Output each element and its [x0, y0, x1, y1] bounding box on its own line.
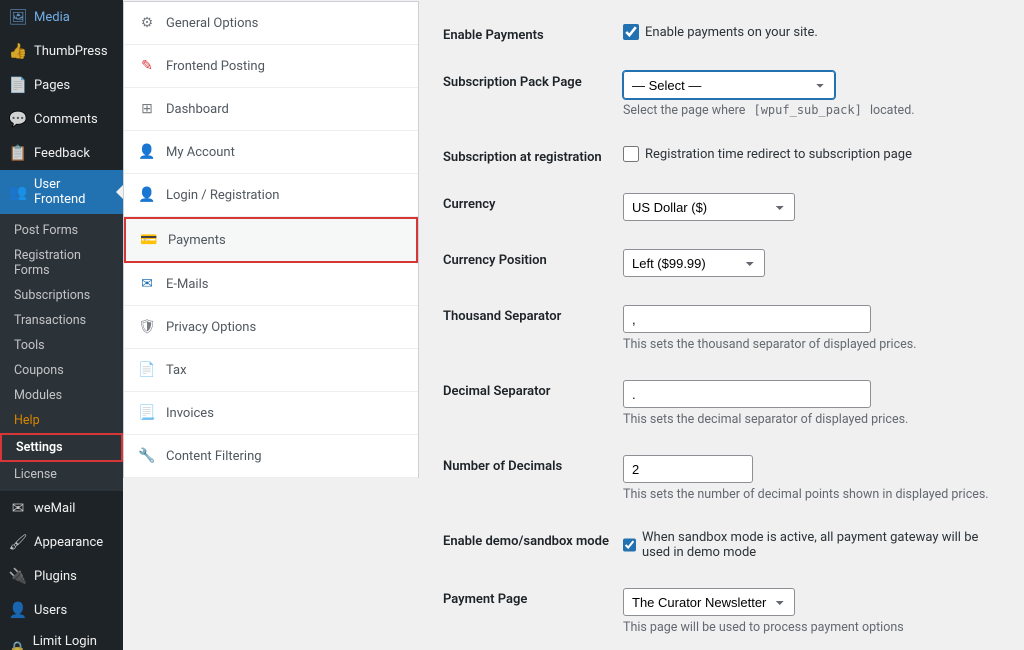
menu-icon: 📄: [8, 75, 28, 95]
label-currency-pos: Currency Position: [443, 249, 623, 268]
shield-icon: 🛡: [138, 318, 156, 336]
submenu-post-forms[interactable]: Post Forms: [0, 218, 123, 243]
desc-num-decimals: This sets the number of decimal points s…: [623, 487, 1000, 502]
label-enable-payments: Enable Payments: [443, 24, 623, 43]
submenu-tools[interactable]: Tools: [0, 333, 123, 358]
user-icon: 👤: [138, 143, 156, 161]
menu-thumbpress[interactable]: 👍ThumbPress: [0, 34, 123, 68]
nav-general-options[interactable]: ⚙General Options: [124, 2, 418, 45]
submenu-help[interactable]: Help: [0, 408, 123, 433]
label-currency: Currency: [443, 193, 623, 212]
label-subscription-reg: Subscription at registration: [443, 146, 623, 165]
dashboard-icon: ⊞: [138, 100, 156, 118]
nav-frontend-posting[interactable]: ✎Frontend Posting: [124, 45, 418, 88]
label-num-decimals: Number of Decimals: [443, 455, 623, 474]
select-currency[interactable]: US Dollar ($): [623, 193, 795, 221]
filter-icon: 🔧: [138, 447, 156, 465]
payment-icon: 💳: [140, 231, 158, 249]
nav-privacy-options[interactable]: 🛡Privacy Options: [124, 306, 418, 349]
input-num-decimals[interactable]: [623, 455, 753, 483]
checkbox-enable-payments-label: Enable payments on your site.: [645, 25, 818, 40]
checkbox-enable-payments[interactable]: [623, 24, 639, 40]
nav-payments[interactable]: 💳Payments: [124, 217, 418, 263]
label-subscription-page: Subscription Pack Page: [443, 71, 623, 90]
menu-icon: 🖌: [8, 532, 28, 552]
user-frontend-submenu: Post FormsRegistration FormsSubscription…: [0, 214, 123, 491]
menu-icon: 🖼: [8, 7, 28, 27]
menu-icon: 👥: [8, 182, 28, 202]
checkbox-subscription-reg[interactable]: [623, 146, 639, 162]
menu-limit-login-attempts[interactable]: 🔒Limit Login Attempts: [0, 627, 123, 650]
submenu-subscriptions[interactable]: Subscriptions: [0, 283, 123, 308]
label-thousand-sep: Thousand Separator: [443, 305, 623, 324]
select-currency-position[interactable]: Left ($99.99): [623, 249, 765, 277]
checkbox-sandbox-label: When sandbox mode is active, all payment…: [642, 530, 1000, 560]
payment-settings-form: Enable Payments Enable payments on your …: [419, 0, 1024, 650]
menu-pages[interactable]: 📄Pages: [0, 68, 123, 102]
nav-dashboard[interactable]: ⊞Dashboard: [124, 88, 418, 131]
desc-thousand-sep: This sets the thousand separator of disp…: [623, 337, 1000, 352]
menu-icon: ✉: [8, 498, 28, 518]
label-payment-page: Payment Page: [443, 588, 623, 607]
menu-feedback[interactable]: 📋Feedback: [0, 136, 123, 170]
submenu-coupons[interactable]: Coupons: [0, 358, 123, 383]
menu-icon: 💬: [8, 109, 28, 129]
nav-content-filtering[interactable]: 🔧Content Filtering: [124, 435, 418, 478]
menu-icon: 🔌: [8, 566, 28, 586]
menu-icon: 🔒: [8, 639, 27, 650]
label-decimal-sep: Decimal Separator: [443, 380, 623, 399]
invoice-icon: 📃: [138, 404, 156, 422]
nav-tax[interactable]: 📄Tax: [124, 349, 418, 392]
input-thousand-sep[interactable]: [623, 305, 871, 333]
desc-decimal-sep: This sets the decimal separator of displ…: [623, 412, 1000, 427]
submenu-license[interactable]: License: [0, 462, 123, 487]
doc-icon: 📄: [138, 361, 156, 379]
menu-comments[interactable]: 💬Comments: [0, 102, 123, 136]
menu-users[interactable]: 👤Users: [0, 593, 123, 627]
select-payment-page[interactable]: The Curator Newsletter: [623, 588, 795, 616]
nav-e-mails[interactable]: ✉E-Mails: [124, 263, 418, 306]
menu-user-frontend[interactable]: 👥User Frontend: [0, 170, 123, 214]
menu-icon: 📋: [8, 143, 28, 163]
input-decimal-sep[interactable]: [623, 380, 871, 408]
settings-nav: ⚙General Options✎Frontend Posting⊞Dashbo…: [123, 0, 419, 650]
menu-plugins[interactable]: 🔌Plugins: [0, 559, 123, 593]
menu-icon: 👤: [8, 600, 28, 620]
submenu-modules[interactable]: Modules: [0, 383, 123, 408]
submenu-registration-forms[interactable]: Registration Forms: [0, 243, 123, 283]
nav-login-registration[interactable]: 👤Login / Registration: [124, 174, 418, 217]
nav-my-account[interactable]: 👤My Account: [124, 131, 418, 174]
login-icon: 👤: [138, 186, 156, 204]
mail-icon: ✉: [138, 275, 156, 293]
admin-sidebar: 🖼Media👍ThumbPress📄Pages💬Comments📋Feedbac…: [0, 0, 123, 650]
submenu-transactions[interactable]: Transactions: [0, 308, 123, 333]
submenu-settings[interactable]: Settings: [0, 433, 123, 462]
checkbox-sandbox[interactable]: [623, 537, 636, 553]
desc-subscription-page: Select the page where [wpuf_sub_pack] lo…: [623, 103, 1000, 118]
checkbox-subscription-reg-label: Registration time redirect to subscripti…: [645, 147, 912, 162]
pencil-icon: ✎: [138, 57, 156, 75]
select-subscription-page[interactable]: — Select —: [623, 71, 835, 99]
menu-icon: 👍: [8, 41, 28, 61]
menu-media[interactable]: 🖼Media: [0, 0, 123, 34]
desc-payment-page: This page will be used to process paymen…: [623, 620, 1000, 635]
nav-invoices[interactable]: 📃Invoices: [124, 392, 418, 435]
menu-appearance[interactable]: 🖌Appearance: [0, 525, 123, 559]
label-sandbox: Enable demo/sandbox mode: [443, 530, 623, 549]
gear-icon: ⚙: [138, 14, 156, 32]
menu-wemail[interactable]: ✉weMail: [0, 491, 123, 525]
